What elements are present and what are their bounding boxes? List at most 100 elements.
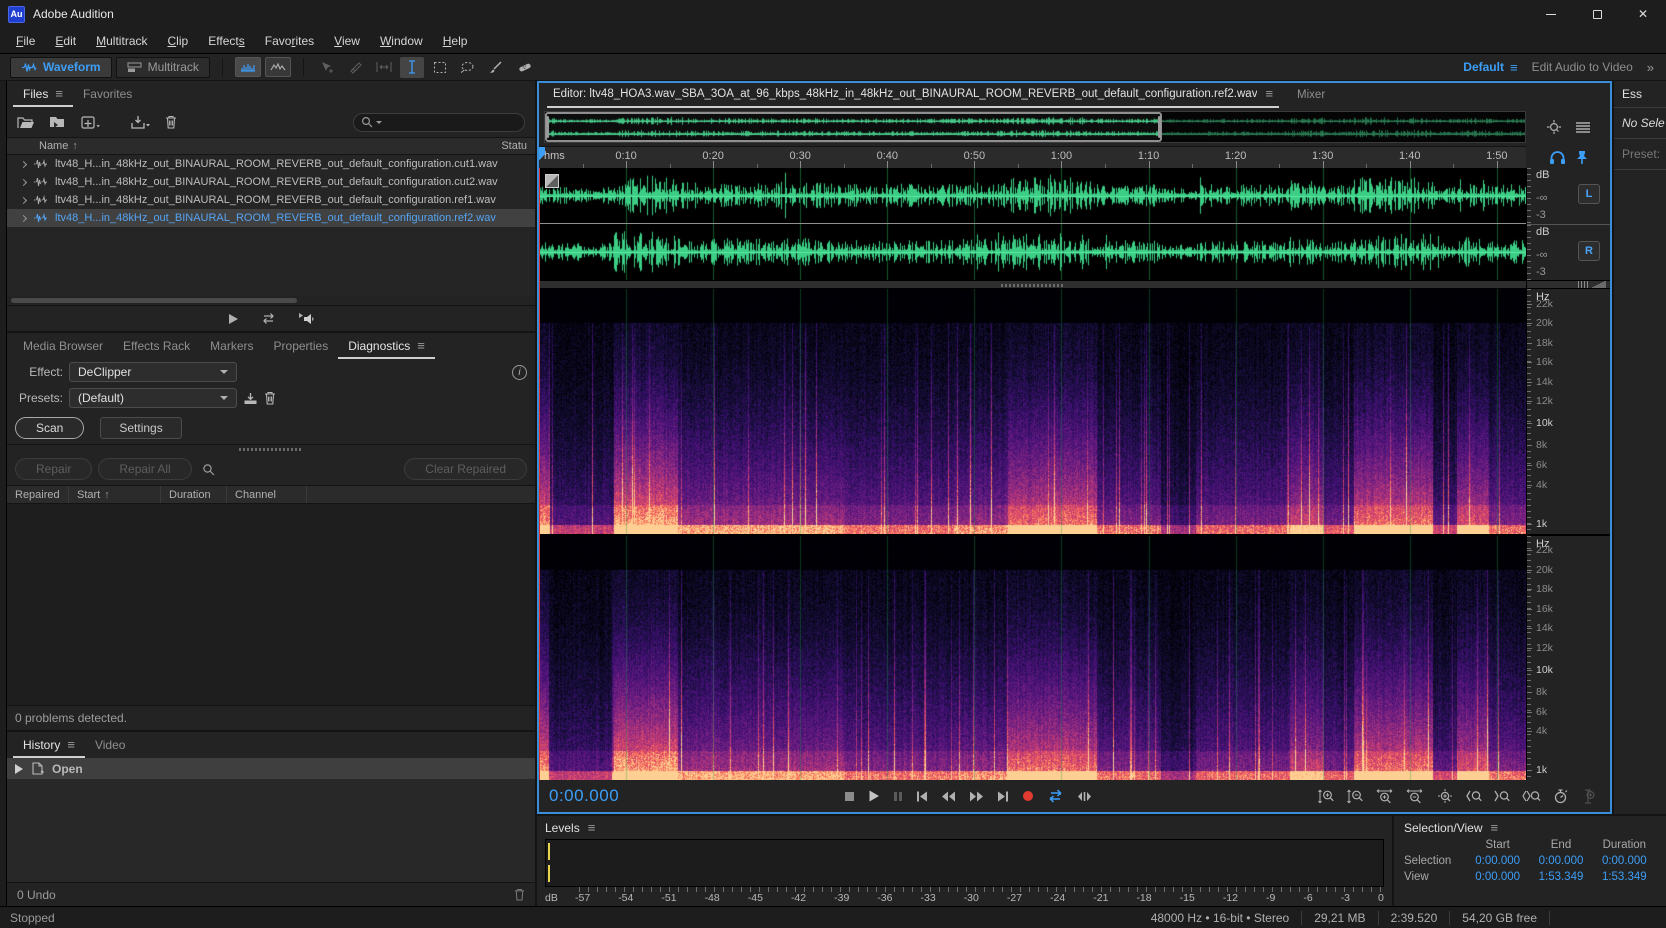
file-row[interactable]: ltv48_H...in_48kHz_out_BINAURAL_ROOM_REV… <box>7 191 535 209</box>
delete-file-button[interactable] <box>165 115 177 129</box>
headphones-icon[interactable] <box>1549 150 1566 165</box>
preview-loop-button[interactable] <box>261 312 276 325</box>
delete-preset-button[interactable] <box>264 391 276 405</box>
chevron-right-icon[interactable] <box>20 160 27 167</box>
pause-button[interactable] <box>893 791 903 802</box>
chevron-right-icon[interactable] <box>20 196 27 203</box>
info-icon-button[interactable]: i <box>512 365 527 380</box>
razor-tool-button[interactable] <box>344 57 368 78</box>
essential-sound-tab[interactable]: Ess <box>1614 81 1666 108</box>
left-channel-button[interactable]: L <box>1578 184 1600 204</box>
tab-editor[interactable]: Editor: ltv48_HOA3.wav_SBA_3OA_at_96_kbp… <box>547 82 1279 108</box>
view-end-value[interactable]: 1:53.349 <box>1529 871 1592 883</box>
paintbrush-tool-button[interactable] <box>484 57 508 78</box>
files-search-input[interactable] <box>353 113 525 132</box>
tab-mixer[interactable]: Mixer <box>1283 85 1339 108</box>
skip-to-end-button[interactable] <box>997 791 1009 802</box>
levels-tab-label[interactable]: Levels <box>545 821 580 835</box>
waveform-view-toggle[interactable] <box>235 57 261 77</box>
selection-view-tab-label[interactable]: Selection/View <box>1404 821 1483 835</box>
status-column-header[interactable]: Statu <box>501 140 527 152</box>
view-duration-value[interactable]: 1:53.349 <box>1593 871 1656 883</box>
file-row[interactable]: ltv48_H...in_48kHz_out_BINAURAL_ROOM_REV… <box>7 155 535 173</box>
presets-dropdown[interactable]: (Default) <box>69 388 237 408</box>
move-tool-button[interactable] <box>316 57 340 78</box>
file-row[interactable]: ltv48_H...in_48kHz_out_BINAURAL_ROOM_REV… <box>7 173 535 191</box>
marquee-selection-tool-button[interactable] <box>428 57 452 78</box>
chevron-right-icon[interactable] <box>20 178 27 185</box>
menu-help[interactable]: Help <box>433 30 478 52</box>
tab-properties[interactable]: Properties <box>264 334 339 359</box>
close-button[interactable]: ✕ <box>1620 0 1666 28</box>
repair-button[interactable]: Repair <box>15 458 92 480</box>
maximize-button[interactable] <box>1574 0 1620 28</box>
loop-playback-button[interactable] <box>1047 789 1064 803</box>
waveform-right-channel[interactable] <box>539 224 1526 280</box>
zoom-out-horizontal-button[interactable] <box>1406 789 1424 804</box>
zoom-to-selection-out-point-button[interactable] <box>1494 789 1510 803</box>
repair-all-button[interactable]: Repair All <box>98 458 191 480</box>
zoom-in-horizontal-button[interactable] <box>1376 789 1394 804</box>
editor-panel-menu-icon[interactable]: ≡ <box>1265 86 1273 101</box>
tab-diagnostics[interactable]: Diagnostics≡ <box>338 333 435 359</box>
files-horizontal-scrollbar[interactable] <box>7 296 535 305</box>
tab-files[interactable]: Files≡ <box>13 81 73 107</box>
skip-to-start-button[interactable] <box>916 791 928 802</box>
waveform-spectral-splitter[interactable] <box>539 280 1526 289</box>
tab-effects-rack[interactable]: Effects Rack <box>113 334 200 359</box>
save-preset-button[interactable] <box>243 392 258 405</box>
waveform-left-channel[interactable] <box>539 168 1526 224</box>
menu-favorites[interactable]: Favorites <box>255 30 324 52</box>
selection-start-value[interactable]: 0:00.000 <box>1466 855 1529 867</box>
diagnostics-panel-menu-icon[interactable]: ≡ <box>417 338 425 353</box>
duration-column-header[interactable]: Duration <box>161 486 227 503</box>
view-start-value[interactable]: 0:00.000 <box>1466 871 1529 883</box>
skip-selection-button[interactable] <box>1077 791 1092 802</box>
overview-navigator[interactable] <box>544 111 1526 143</box>
zoom-navigate-icon[interactable] <box>1545 119 1563 135</box>
settings-button[interactable]: Settings <box>100 417 181 439</box>
open-file-button[interactable] <box>17 116 35 129</box>
menu-view[interactable]: View <box>324 30 370 52</box>
overview-view-selection[interactable] <box>545 112 1162 142</box>
workspace-menu-icon[interactable]: ≡ <box>1510 60 1518 75</box>
multitrack-mode-button[interactable]: Multitrack <box>116 57 210 78</box>
stop-button[interactable] <box>844 791 855 802</box>
zoom-navigate-button[interactable] <box>1436 788 1454 804</box>
level-bars-icon[interactable] <box>1592 280 1606 289</box>
preview-play-button[interactable] <box>228 313 239 325</box>
lasso-selection-tool-button[interactable] <box>456 57 480 78</box>
menu-clip[interactable]: Clip <box>158 30 199 52</box>
right-channel-button[interactable]: R <box>1578 241 1600 261</box>
levels-meter[interactable] <box>545 839 1384 887</box>
menu-edit[interactable]: Edit <box>45 30 86 52</box>
scan-button[interactable]: Scan <box>15 417 84 439</box>
workspace-overflow-button[interactable]: » <box>1647 60 1652 75</box>
slip-tool-button[interactable] <box>372 57 396 78</box>
levels-panel-menu-icon[interactable]: ≡ <box>588 820 596 835</box>
selection-view-menu-icon[interactable]: ≡ <box>1491 820 1499 835</box>
time-selection-tool-button[interactable] <box>400 57 424 78</box>
history-item-open[interactable]: Open <box>7 758 535 779</box>
selection-end-value[interactable]: 0:00.000 <box>1529 855 1592 867</box>
reset-zoom-button[interactable] <box>1553 789 1568 804</box>
zoom-to-selection-in-point-button[interactable] <box>1466 789 1482 803</box>
history-panel-menu-icon[interactable]: ≡ <box>67 737 75 752</box>
zoom-out-vertical-button[interactable] <box>1347 789 1364 804</box>
file-row[interactable]: ltv48_H...in_48kHz_out_BINAURAL_ROOM_REV… <box>7 209 535 227</box>
save-button[interactable] <box>131 115 151 129</box>
list-view-icon[interactable] <box>1575 121 1591 134</box>
rewind-button[interactable] <box>941 791 956 802</box>
repaired-column-header[interactable]: Repaired <box>7 486 69 503</box>
zoom-to-selection-button[interactable] <box>1522 789 1541 803</box>
chevron-right-icon[interactable] <box>20 214 27 221</box>
tab-favorites[interactable]: Favorites <box>73 82 142 107</box>
channel-column-header[interactable]: Channel <box>227 486 307 503</box>
current-time-display[interactable]: 0:00.000 <box>549 786 619 806</box>
playhead-line[interactable] <box>539 168 540 780</box>
zoom-in-vertical-button[interactable] <box>1318 789 1335 804</box>
play-button[interactable] <box>868 790 880 802</box>
spectrogram-right-channel[interactable] <box>539 536 1526 781</box>
import-file-button[interactable] <box>49 116 67 129</box>
tab-media-browser[interactable]: Media Browser <box>13 334 113 359</box>
